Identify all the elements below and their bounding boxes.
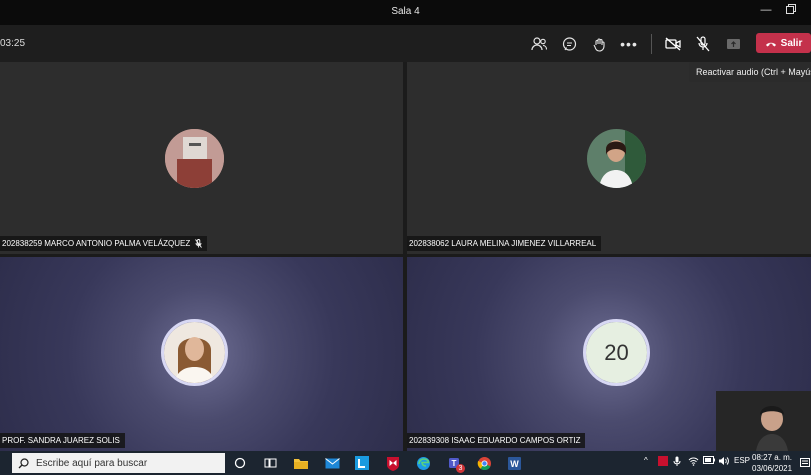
taskbar-clock[interactable]: 08:27 a. m. 03/06/2021 — [752, 452, 792, 474]
language-indicator[interactable]: ESP — [734, 456, 750, 465]
cortana-icon[interactable] — [231, 454, 249, 472]
unmute-tooltip: Reactivar audio (Ctrl + Mayús — [689, 62, 811, 82]
window-title: Sala 4 — [391, 6, 420, 17]
svg-text:W: W — [510, 459, 519, 469]
search-icon — [18, 457, 29, 468]
clock-time: 08:27 a. m. — [752, 453, 793, 462]
participant-name: PROF. SANDRA JUAREZ SOLIS — [2, 436, 120, 445]
meeting-timer: 03:25 — [0, 38, 26, 49]
leave-label: Salir — [780, 37, 803, 49]
participant-name: 202839308 ISAAC EDUARDO CAMPOS ORTIZ — [409, 436, 581, 445]
participant-initials: 20 — [586, 322, 647, 383]
phone-hangup-icon — [765, 42, 776, 46]
participant-name: 202838259 MARCO ANTONIO PALMA VELÁZQUEZ — [2, 239, 191, 248]
raise-hand-icon[interactable] — [590, 35, 608, 53]
participant-avatar: 20 — [583, 319, 650, 386]
participant-name-tag: 202838062 LAURA MELINA JIMENEZ VILLARREA… — [407, 236, 602, 251]
l-app-icon[interactable] — [353, 454, 371, 472]
teams-notification-badge: 3 — [456, 464, 465, 473]
participant-avatar — [161, 319, 228, 386]
participant-tile[interactable]: 202838062 LAURA MELINA JIMENEZ VILLARREA… — [407, 62, 811, 254]
self-view-video[interactable] — [716, 391, 811, 451]
participant-name: 202838062 LAURA MELINA JIMENEZ VILLARREA… — [409, 239, 597, 248]
edge-icon[interactable] — [414, 454, 432, 472]
antivirus-tray-icon[interactable] — [658, 456, 668, 466]
restore-button[interactable] — [782, 4, 800, 17]
toolbar-divider — [651, 34, 652, 54]
title-bar: Sala 4 — — [0, 0, 811, 25]
chrome-icon[interactable] — [475, 454, 493, 472]
participant-tile[interactable]: PROF. SANDRA JUAREZ SOLIS — [0, 257, 403, 451]
clock-date: 03/06/2021 — [752, 464, 793, 473]
volume-icon[interactable] — [718, 456, 729, 466]
muted-mic-icon — [195, 239, 203, 248]
more-options-icon[interactable]: ••• — [620, 35, 638, 53]
participant-avatar — [587, 129, 646, 188]
battery-icon[interactable] — [703, 456, 715, 464]
participants-icon[interactable] — [530, 35, 548, 53]
taskbar-search-box[interactable]: Escribe aquí para buscar — [12, 453, 225, 473]
wifi-icon[interactable] — [688, 456, 699, 466]
video-stage: 202838259 MARCO ANTONIO PALMA VELÁZQUEZ … — [0, 62, 811, 451]
leave-button[interactable]: Salir — [756, 33, 811, 53]
meeting-toolbar: 03:25 ••• Salir — [0, 25, 811, 62]
participant-name-tag: PROF. SANDRA JUAREZ SOLIS — [0, 433, 125, 448]
task-view-icon[interactable] — [261, 454, 279, 472]
camera-off-icon[interactable] — [664, 35, 682, 53]
share-screen-icon[interactable] — [724, 35, 742, 53]
teams-icon[interactable]: T 3 — [445, 454, 465, 473]
participant-name-tag: 202838259 MARCO ANTONIO PALMA VELÁZQUEZ — [0, 236, 208, 251]
minimize-button[interactable]: — — [757, 4, 775, 16]
mic-off-icon[interactable] — [694, 35, 712, 53]
participant-avatar — [165, 129, 224, 188]
tray-chevron-icon[interactable]: ^ — [644, 456, 648, 465]
notifications-icon[interactable] — [800, 458, 810, 468]
mail-icon[interactable] — [323, 454, 341, 472]
search-placeholder: Escribe aquí para buscar — [36, 457, 148, 469]
participant-tile[interactable]: 202838259 MARCO ANTONIO PALMA VELÁZQUEZ — [0, 62, 403, 254]
file-explorer-icon[interactable] — [292, 454, 310, 472]
participant-name-tag: 202839308 ISAAC EDUARDO CAMPOS ORTIZ — [407, 433, 586, 448]
mcafee-icon[interactable] — [384, 454, 402, 472]
mic-tray-icon[interactable] — [673, 456, 681, 466]
chat-icon[interactable] — [560, 35, 578, 53]
word-icon[interactable]: W — [505, 454, 523, 472]
windows-taskbar: Escribe aquí para buscar T 3 W ^ ESP 08:… — [0, 451, 811, 475]
